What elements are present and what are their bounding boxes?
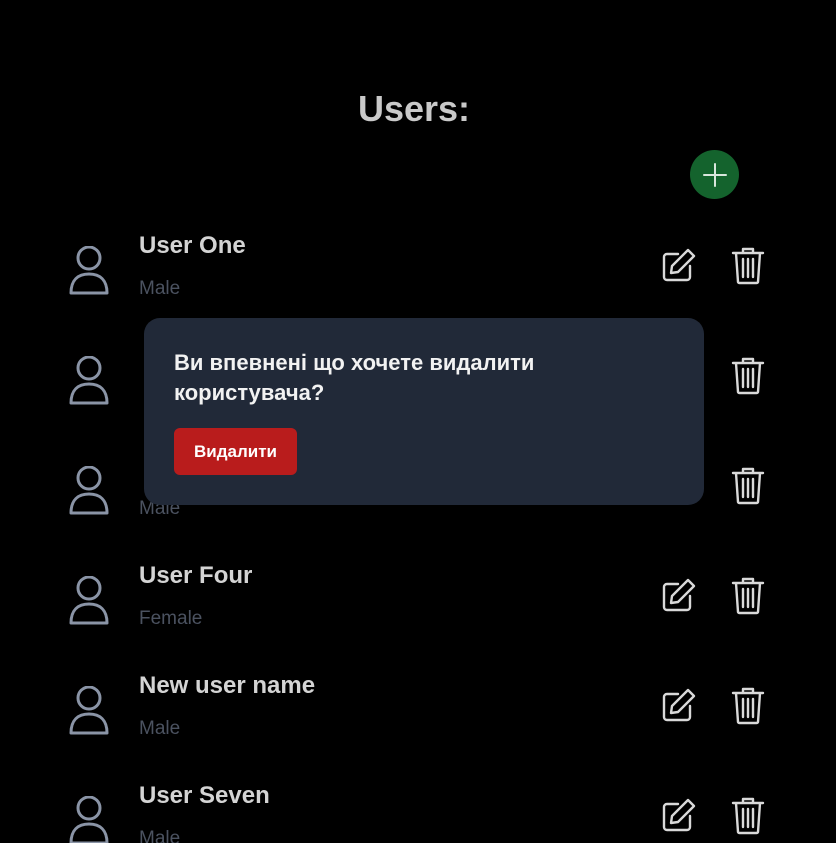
page-title: Users: [357,88,471,129]
user-icon [69,246,109,295]
pencil-square-icon [662,578,696,612]
pencil-square-icon [662,248,696,282]
delete-user-button[interactable] [728,576,768,616]
plus-icon [702,162,727,187]
user-icon [69,796,109,843]
delete-user-button[interactable] [728,356,768,396]
edit-user-button[interactable] [658,796,698,836]
delete-confirm-popover: Ви впевнені що хочете видалити користува… [144,318,704,505]
trash-icon [731,577,765,615]
delete-user-button[interactable] [728,466,768,506]
user-row: User One Male [0,222,836,332]
delete-user-button[interactable] [728,686,768,726]
trash-icon [731,467,765,505]
user-gender: Male [139,828,181,843]
user-name: New user name [139,672,316,699]
add-user-button[interactable] [690,150,739,199]
users-page: Users: User One Male Male User Four Fema… [0,0,836,843]
trash-icon [731,797,765,835]
trash-icon [731,687,765,725]
user-gender: Male [139,718,181,739]
user-icon [69,466,109,515]
user-row: User Seven Male [0,772,836,843]
delete-user-button[interactable] [728,796,768,836]
user-name: User One [139,232,246,259]
edit-user-button[interactable] [658,246,698,286]
confirm-message: Ви впевнені що хочете видалити користува… [174,350,535,405]
pencil-square-icon [662,798,696,832]
user-icon [69,686,109,735]
confirm-delete-button[interactable]: Видалити [174,428,297,475]
delete-user-button[interactable] [728,246,768,286]
user-icon [69,356,109,405]
user-gender: Male [139,278,181,299]
user-name: User Seven [139,782,270,809]
user-row: New user name Male [0,662,836,772]
edit-user-button[interactable] [658,686,698,726]
edit-user-button[interactable] [658,576,698,616]
user-icon [69,576,109,625]
trash-icon [731,357,765,395]
user-name: User Four [139,562,253,589]
pencil-square-icon [662,688,696,722]
user-gender: Female [139,608,203,629]
trash-icon [731,247,765,285]
user-row: User Four Female [0,552,836,662]
